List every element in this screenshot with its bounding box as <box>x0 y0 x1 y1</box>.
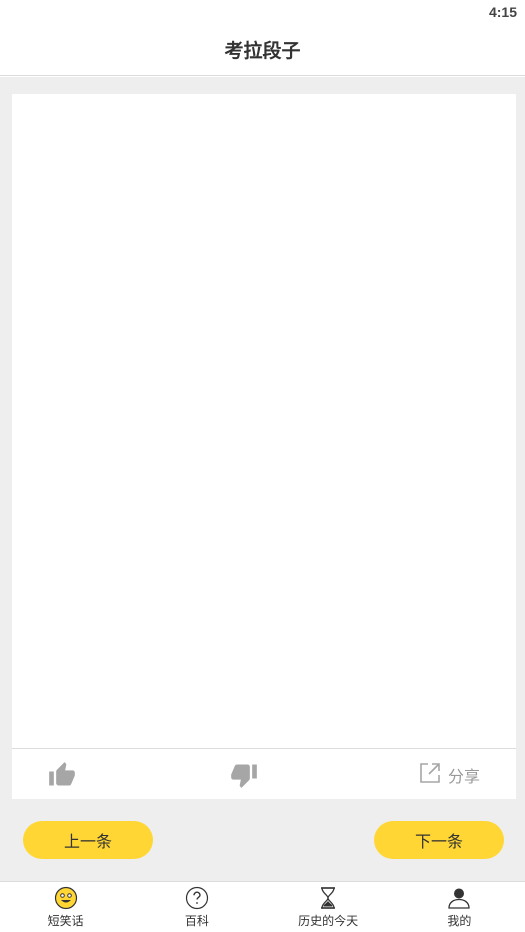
tab-label: 短笑话 <box>47 914 84 928</box>
person-icon <box>447 886 471 910</box>
tab-bar: 短笑话 百科 历史的今天 我的 <box>0 881 525 932</box>
tab-short-jokes[interactable]: 短笑话 <box>0 882 131 932</box>
tab-mine[interactable]: 我的 <box>394 882 525 932</box>
tab-encyclopedia[interactable]: 百科 <box>131 882 262 932</box>
tab-history-today[interactable]: 历史的今天 <box>263 882 394 932</box>
thumbs-down-icon[interactable] <box>230 761 258 789</box>
hourglass-icon <box>316 886 340 910</box>
tab-label: 我的 <box>447 914 472 928</box>
next-button[interactable]: 下一条 <box>374 821 504 859</box>
status-time: 4:15 <box>488 4 517 20</box>
main-content: 分享 上一条 下一条 <box>0 77 525 881</box>
tab-label: 历史的今天 <box>298 914 359 928</box>
thumbs-up-icon[interactable] <box>48 761 76 789</box>
page-title: 考拉段子 <box>224 40 301 62</box>
prev-button[interactable]: 上一条 <box>23 821 153 859</box>
question-circle-icon <box>185 886 209 910</box>
share-button[interactable]: 分享 <box>418 761 480 789</box>
smiley-icon <box>54 886 78 910</box>
tab-label: 百科 <box>184 914 209 928</box>
status-bar: 4:15 <box>0 0 525 24</box>
joke-content <box>12 94 516 748</box>
app-header: 考拉段子 <box>0 24 525 76</box>
share-icon <box>418 761 442 789</box>
joke-card: 分享 <box>12 94 516 799</box>
action-row: 分享 <box>12 748 516 799</box>
share-label: 分享 <box>447 767 480 786</box>
